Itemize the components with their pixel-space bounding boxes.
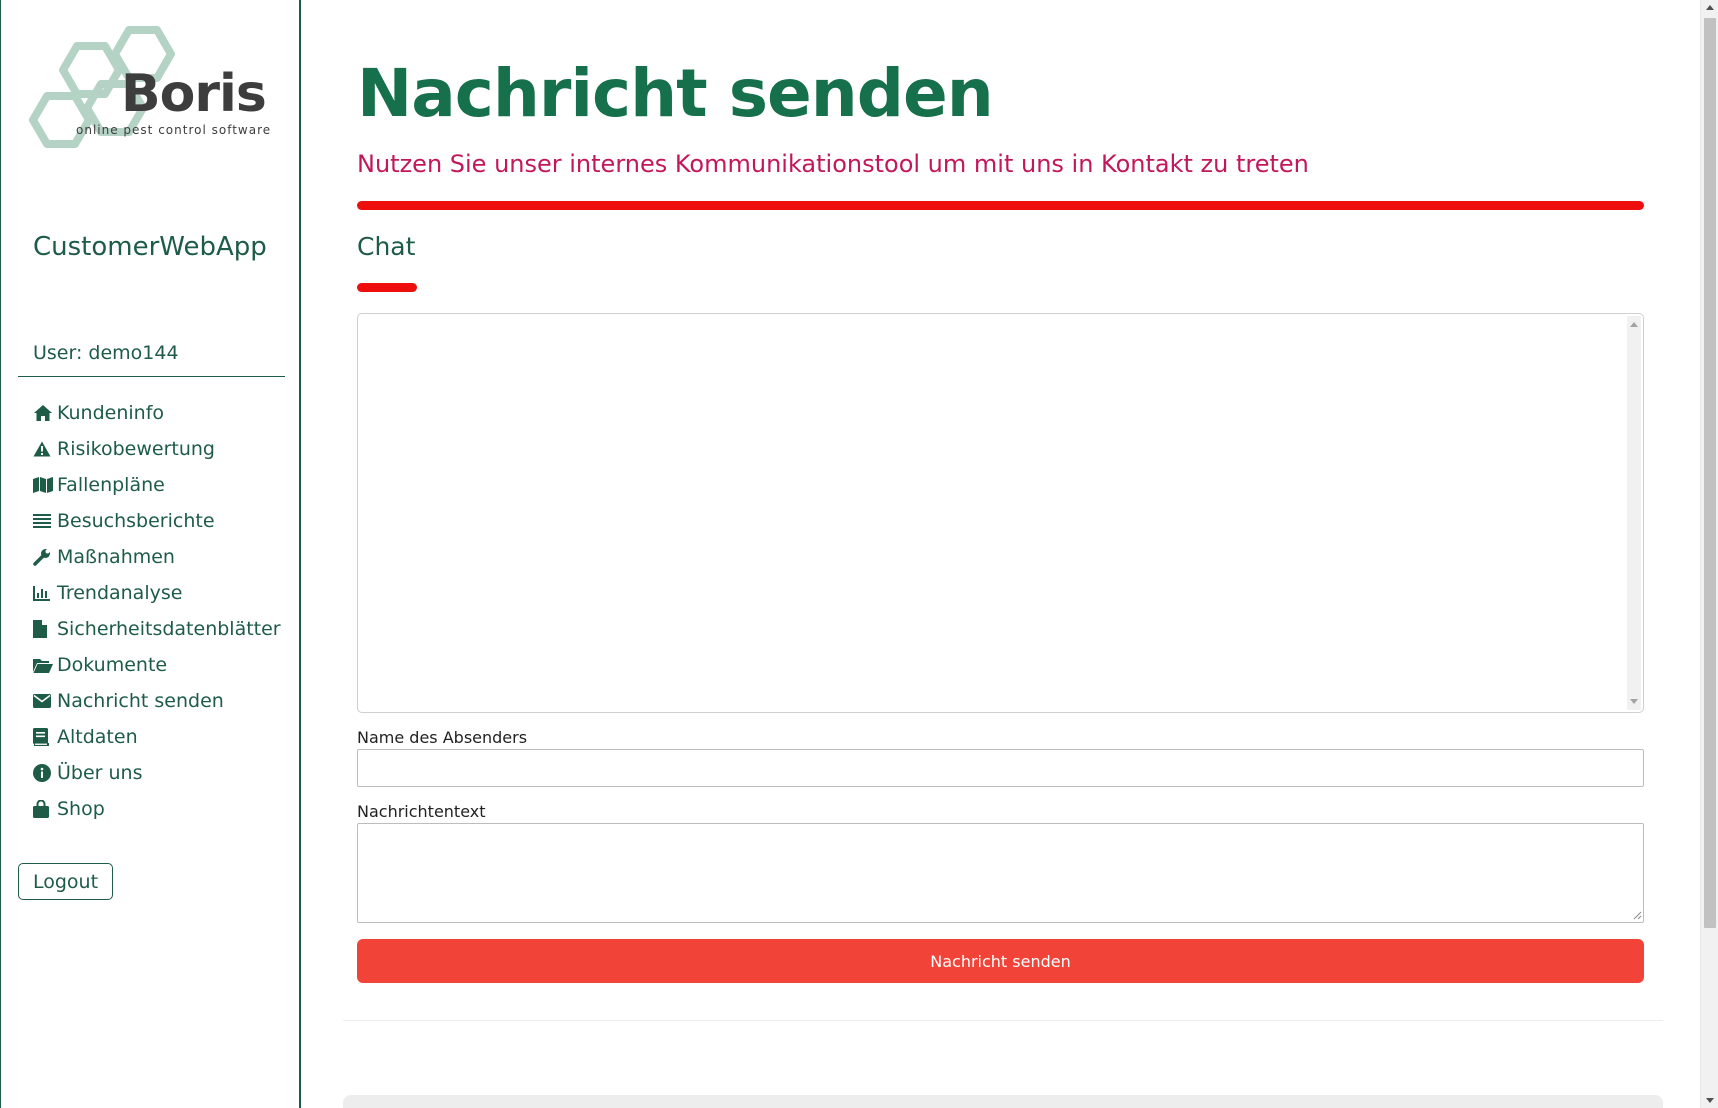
- sidebar-item-label: Risikobewertung: [57, 438, 215, 460]
- info-icon: [33, 762, 55, 784]
- logo[interactable]: Boris online pest control software: [29, 26, 279, 176]
- sidebar-item-risikobewertung[interactable]: Risikobewertung: [33, 431, 293, 467]
- home-icon: [33, 402, 55, 424]
- shopping-bag-icon: [33, 798, 55, 820]
- sidebar-item-label: Über uns: [57, 762, 143, 784]
- logo-wordmark: Boris: [121, 64, 267, 124]
- chat-scrollbar[interactable]: [1627, 316, 1641, 710]
- wrench-icon: [33, 546, 55, 568]
- scroll-up-arrow-icon[interactable]: [1630, 322, 1638, 327]
- app-root: Boris online pest control software Custo…: [0, 0, 1718, 1108]
- sidebar-item-dokumente[interactable]: Dokumente: [33, 647, 293, 683]
- sidebar-item-label: Shop: [57, 798, 105, 820]
- sender-name-label: Name des Absenders: [357, 728, 528, 747]
- sidebar-item-besuchsberichte[interactable]: Besuchsberichte: [33, 503, 293, 539]
- sidebar: Boris online pest control software Custo…: [0, 0, 301, 1108]
- resize-grip-icon[interactable]: [1632, 910, 1642, 920]
- sidebar-item-altdaten[interactable]: Altdaten: [33, 719, 293, 755]
- footer-divider: [343, 1020, 1663, 1021]
- main-content: Nachricht senden Nutzen Sie unser intern…: [303, 0, 1700, 1108]
- page-scrollbar[interactable]: [1700, 0, 1718, 1108]
- sidebar-item-massnahmen[interactable]: Maßnahmen: [33, 539, 293, 575]
- bar-chart-icon: [33, 582, 55, 604]
- sidebar-nav: Kundeninfo Risikobewertung Fallenpläne B…: [33, 395, 293, 827]
- footer-panel-edge: [343, 1095, 1663, 1108]
- sidebar-item-label: Trendanalyse: [57, 582, 183, 604]
- envelope-icon: [33, 690, 55, 712]
- sidebar-item-fallenplaene[interactable]: Fallenpläne: [33, 467, 293, 503]
- logout-button[interactable]: Logout: [18, 863, 113, 900]
- map-icon: [33, 474, 55, 496]
- sender-name-input[interactable]: [357, 749, 1644, 787]
- sidebar-item-nachricht-senden[interactable]: Nachricht senden: [33, 683, 293, 719]
- page-title: Nachricht senden: [357, 55, 994, 132]
- title-underline-bar: [357, 201, 1644, 210]
- sidebar-item-trendanalyse[interactable]: Trendanalyse: [33, 575, 293, 611]
- sidebar-item-label: Maßnahmen: [57, 546, 175, 568]
- chat-section-title: Chat: [357, 232, 416, 261]
- file-icon: [33, 618, 55, 640]
- user-label: User: demo144: [33, 342, 179, 364]
- page-scroll-up-icon[interactable]: [1706, 5, 1714, 10]
- sidebar-item-shop[interactable]: Shop: [33, 791, 293, 827]
- sidebar-item-label: Besuchsberichte: [57, 510, 215, 532]
- list-icon: [33, 510, 55, 532]
- book-icon: [33, 726, 55, 748]
- warning-icon: [33, 438, 55, 460]
- sidebar-item-label: Kundeninfo: [57, 402, 165, 424]
- sidebar-item-label: Sicherheitsdatenblätter: [57, 618, 281, 640]
- sidebar-item-sicherheitsdatenblaetter[interactable]: Sicherheitsdatenblätter: [33, 611, 293, 647]
- sidebar-item-label: Altdaten: [57, 726, 138, 748]
- chat-history-box[interactable]: [357, 313, 1644, 713]
- user-divider: [18, 376, 285, 377]
- scroll-down-arrow-icon[interactable]: [1630, 699, 1638, 704]
- logo-tagline: online pest control software: [76, 123, 272, 137]
- sidebar-item-ueber-uns[interactable]: Über uns: [33, 755, 293, 791]
- sidebar-item-label: Dokumente: [57, 654, 168, 676]
- message-text-area[interactable]: [357, 823, 1644, 923]
- page-scroll-down-icon[interactable]: [1706, 1098, 1714, 1103]
- sidebar-item-label: Nachricht senden: [57, 690, 224, 712]
- app-name: CustomerWebApp: [33, 232, 267, 262]
- sidebar-item-label: Fallenpläne: [57, 474, 165, 496]
- page-scroll-thumb[interactable]: [1704, 18, 1716, 928]
- section-underline-bar: [357, 283, 417, 292]
- page-subtitle: Nutzen Sie unser internes Kommunikations…: [357, 150, 1309, 178]
- message-text-label: Nachrichtentext: [357, 802, 486, 821]
- send-message-button[interactable]: Nachricht senden: [357, 939, 1644, 983]
- folder-open-icon: [33, 654, 55, 676]
- sidebar-item-kundeninfo[interactable]: Kundeninfo: [33, 395, 293, 431]
